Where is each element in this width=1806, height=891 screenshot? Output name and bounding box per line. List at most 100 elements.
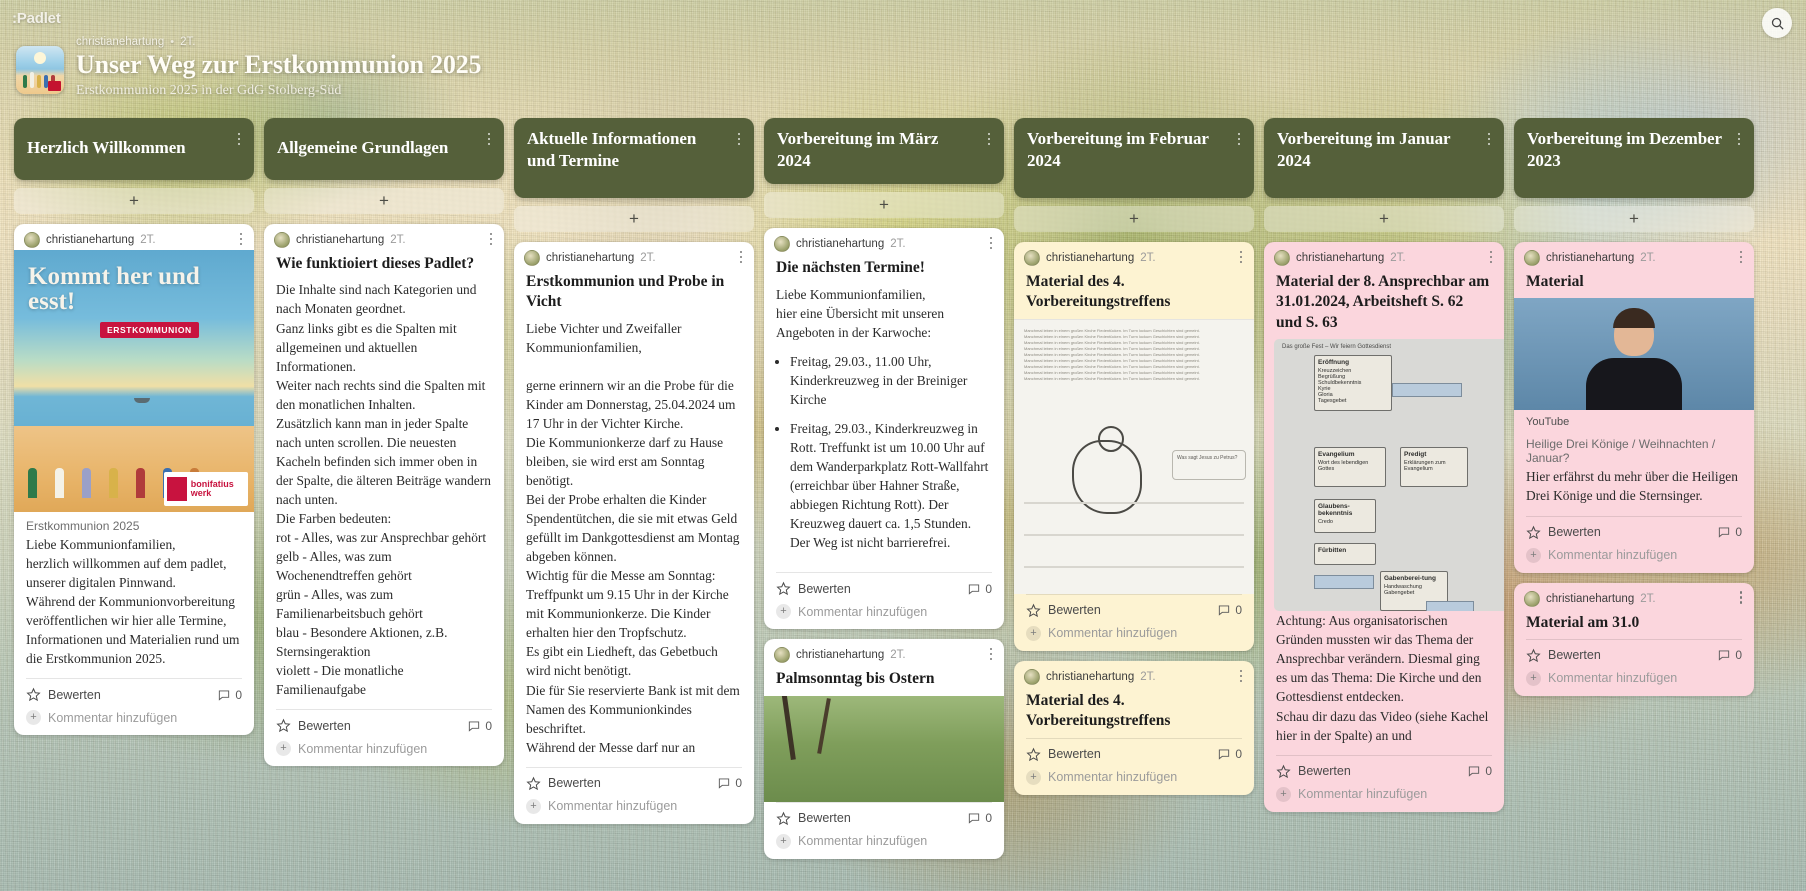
card-menu-icon[interactable] (1234, 668, 1248, 684)
communion-cover-image[interactable]: Kommt her und esst! ERSTKOMMUNION bonifati… (14, 250, 254, 512)
meadow-photo[interactable] (764, 695, 1004, 802)
comment-count-button[interactable]: 0 (1217, 747, 1242, 761)
rate-button[interactable]: Bewerten (1526, 648, 1601, 663)
post-card[interactable]: christianehartung 2T. Material des 4. Vorb… (1014, 242, 1254, 651)
rate-button[interactable]: Bewerten (26, 687, 101, 702)
add-post-button[interactable]: + (1014, 206, 1254, 232)
post-card[interactable]: christianehartung 2T. Material der 8. Ansp… (1264, 242, 1504, 812)
post-card[interactable]: christianehartung 2T. Material YouTube Heili… (1514, 242, 1754, 573)
add-comment-button[interactable]: + Kommentar hinzufügen (1264, 783, 1504, 812)
column-menu-icon[interactable] (232, 130, 246, 148)
add-comment-label: Kommentar hinzufügen (1048, 770, 1178, 785)
comment-count-button[interactable]: 0 (967, 811, 992, 825)
rate-button[interactable]: Bewerten (276, 718, 351, 733)
add-comment-button[interactable]: + Kommentar hinzufügen (514, 795, 754, 824)
card-body: Die Inhalte sind nach Kategorien und nac… (276, 282, 491, 698)
column-menu-icon[interactable] (1232, 130, 1246, 148)
column-menu-icon[interactable] (982, 130, 996, 148)
post-card[interactable]: christianehartung 2T. Palmsonntag bis Oste… (764, 639, 1004, 859)
add-post-button[interactable]: + (1264, 206, 1504, 232)
post-card[interactable]: christianehartung 2T. Erstkommunion und Pr… (514, 242, 754, 824)
card-body: Hier erfährst du mehr über die Heiligen … (1526, 469, 1738, 504)
column-header-2[interactable]: Allgemeine Grundlagen (264, 118, 504, 180)
card-menu-icon[interactable] (1234, 249, 1248, 265)
card-menu-icon[interactable] (1734, 249, 1748, 265)
column-menu-icon[interactable] (1732, 130, 1746, 148)
plus-icon: + (1526, 547, 1541, 563)
search-icon[interactable] (1762, 8, 1792, 38)
card-title: Material (1526, 273, 1584, 290)
add-comment-button[interactable]: + Kommentar hinzufügen (764, 830, 1004, 859)
worksheet-document[interactable]: Manchmal leben in einem großen Kirche Fi… (1014, 318, 1254, 594)
add-post-button[interactable]: + (764, 192, 1004, 219)
board-avatar[interactable] (16, 46, 64, 94)
comment-count-button[interactable]: 0 (717, 776, 742, 790)
plus-icon: + (776, 833, 791, 849)
comment-count-button[interactable]: 0 (1717, 648, 1742, 662)
youtube-video-thumbnail[interactable] (1514, 298, 1754, 411)
rate-button[interactable]: Bewerten (526, 776, 601, 791)
card-author: christianehartung (46, 234, 135, 246)
rate-button[interactable]: Bewerten (1526, 525, 1601, 540)
card-menu-icon[interactable] (734, 249, 748, 265)
add-comment-label: Kommentar hinzufügen (48, 710, 178, 725)
post-card[interactable]: christianehartung 2T. Material des 4. Vorb… (1014, 660, 1254, 795)
column-header-5[interactable]: Vorbereitung im Februar 2024 (1014, 118, 1254, 198)
column-menu-icon[interactable] (732, 130, 746, 148)
post-card[interactable]: christianehartung 2T. Wie funktioiert dies… (264, 224, 504, 767)
rate-button[interactable]: Bewerten (1276, 764, 1351, 779)
card-menu-icon[interactable] (484, 231, 498, 247)
column-header-1[interactable]: Herzlich Willkommen (14, 118, 254, 180)
add-post-button[interactable]: + (1514, 206, 1754, 232)
add-comment-button[interactable]: + Kommentar hinzufügen (1514, 544, 1754, 573)
card-author: christianehartung (1296, 252, 1385, 264)
add-post-button[interactable]: + (14, 188, 254, 214)
card-author: christianehartung (796, 649, 885, 662)
card-menu-icon[interactable] (984, 646, 998, 662)
rate-button[interactable]: Bewerten (1026, 747, 1101, 762)
add-comment-button[interactable]: + Kommentar hinzufügen (264, 737, 504, 766)
card-menu-icon[interactable] (1484, 249, 1498, 265)
footer-row: Bewerten 0 (1026, 739, 1242, 766)
column-header-3[interactable]: Aktuelle Informationen und Termine (514, 118, 754, 198)
column-menu-icon[interactable] (1482, 130, 1496, 148)
post-card[interactable]: christianehartung 2T. Die nächsten Termine… (764, 228, 1004, 630)
post-card[interactable]: christianehartung 2T. Kommt her und esst! E… (14, 224, 254, 736)
card-title: Erstkommunion und Probe in Vicht (526, 273, 725, 311)
comment-count-button[interactable]: 0 (967, 582, 992, 596)
figure-shape (136, 468, 145, 498)
post-card[interactable]: christianehartung 2T. Material am 31.0 Bewe… (1514, 582, 1754, 696)
comment-count-button[interactable]: 0 (1467, 764, 1492, 778)
column-header-6[interactable]: Vorbereitung im Januar 2024 (1264, 118, 1504, 198)
rate-button[interactable]: Bewerten (1026, 603, 1101, 618)
add-comment-label: Kommentar hinzufügen (798, 834, 928, 848)
add-comment-button[interactable]: + Kommentar hinzufügen (764, 600, 1004, 629)
comment-count-button[interactable]: 0 (217, 688, 242, 702)
add-comment-button[interactable]: + Kommentar hinzufügen (1014, 622, 1254, 651)
mass-structure-diagram[interactable]: Das große Fest – Wir feiern Gottesdienst… (1274, 339, 1504, 612)
column-header-7[interactable]: Vorbereitung im Dezember 2023 (1514, 118, 1754, 198)
comment-count-button[interactable]: 0 (1217, 603, 1242, 617)
page-title: Unser Weg zur Erstkommunion 2025 (76, 50, 482, 79)
avatar (524, 250, 540, 266)
avatar (1524, 590, 1540, 607)
card-menu-icon[interactable] (1734, 590, 1748, 606)
add-post-button[interactable]: + (514, 206, 754, 232)
add-comment-button[interactable]: + Kommentar hinzufügen (1514, 667, 1754, 696)
card-menu-icon[interactable] (234, 231, 248, 247)
footer-row: Bewerten 0 (26, 679, 242, 706)
padlet-logo[interactable]: :Padlet (12, 10, 61, 27)
comment-count-button[interactable]: 0 (467, 719, 492, 733)
rate-button[interactable]: Bewerten (776, 581, 851, 596)
column-header-4[interactable]: Vorbereitung im März 2024 (764, 118, 1004, 185)
comment-count-button[interactable]: 0 (1717, 525, 1742, 539)
add-comment-button[interactable]: + Kommentar hinzufügen (1014, 766, 1254, 795)
add-comment-label: Kommentar hinzufügen (1048, 626, 1178, 641)
board-columns[interactable]: Herzlich Willkommen + christianehartung 2T.… (0, 118, 1806, 891)
add-comment-button[interactable]: + Kommentar hinzufügen (14, 706, 254, 735)
add-post-button[interactable]: + (264, 188, 504, 214)
card-body: Liebe Vichter und Zweifaller Kommunionfa… (526, 320, 740, 755)
card-menu-icon[interactable] (984, 235, 998, 251)
column-menu-icon[interactable] (482, 130, 496, 148)
rate-button[interactable]: Bewerten (776, 811, 851, 826)
